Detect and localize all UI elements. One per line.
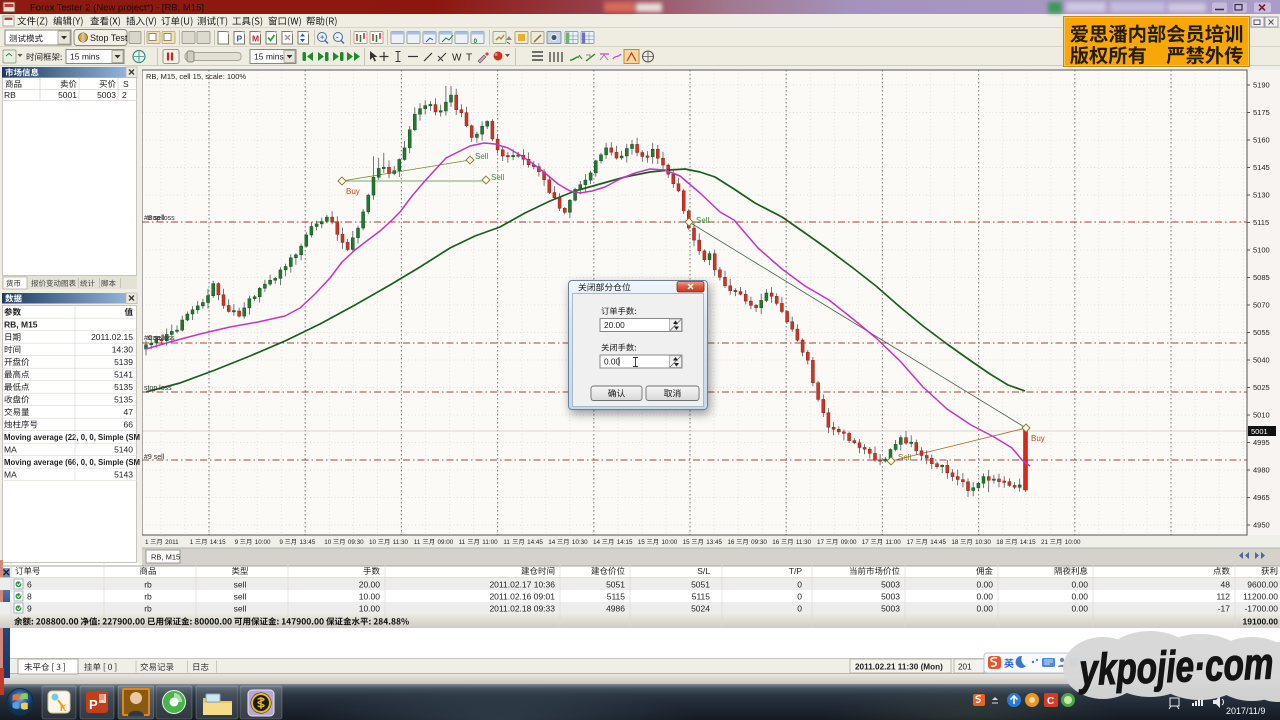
svg-text:ykpojie·com: ykpojie·com bbox=[1077, 639, 1274, 695]
